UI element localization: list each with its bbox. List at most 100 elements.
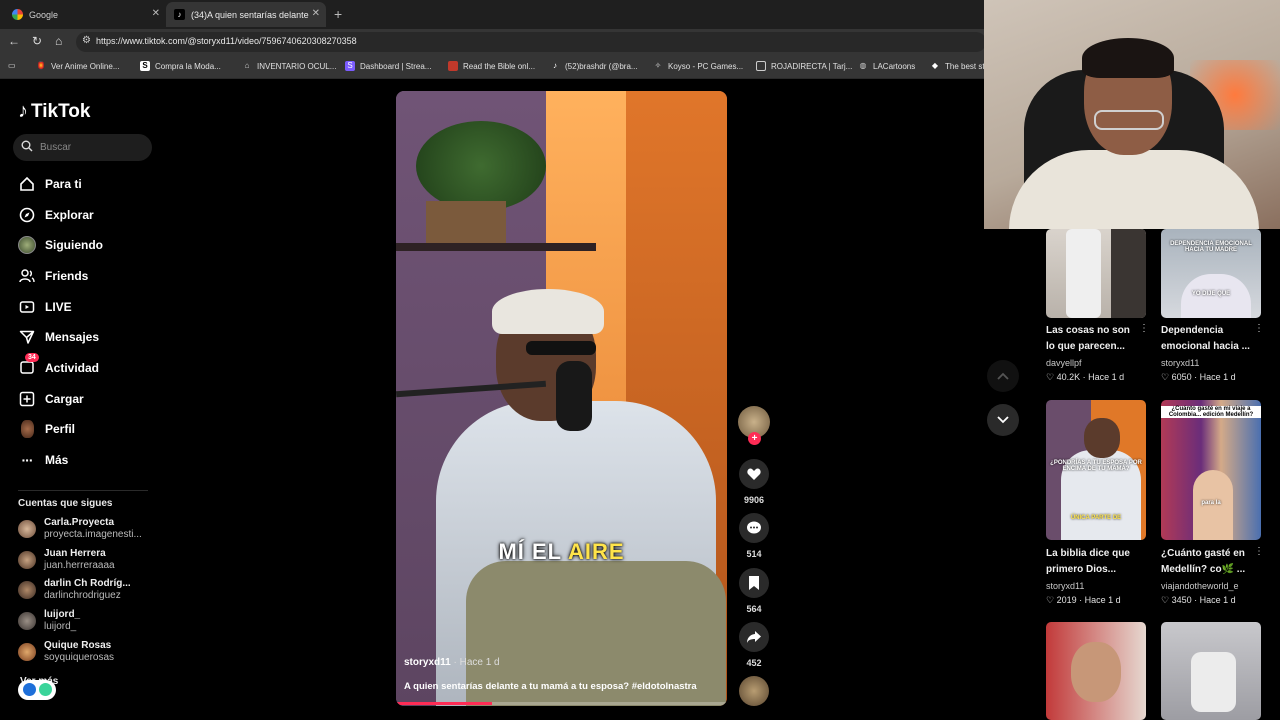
tiktok-logo[interactable]: ♪ TikTok: [18, 100, 90, 123]
heart-icon: [747, 468, 761, 480]
home-icon: [18, 175, 36, 193]
video-subject-cap: [492, 289, 604, 334]
tab-tiktok[interactable]: ♪ (34)A quien sentarías delante a tu ✕: [166, 2, 326, 27]
bookmark-item[interactable]: Read the Bible onl...: [448, 61, 535, 71]
follow-plus-icon[interactable]: +: [748, 432, 761, 445]
video-progress-bar[interactable]: [396, 702, 727, 705]
chevron-down-icon: [997, 416, 1009, 424]
followed-account[interactable]: Juan Herrera juan.herreraaaa: [18, 547, 115, 573]
reload-icon[interactable]: ↻: [32, 34, 42, 48]
share-count: 452: [746, 658, 762, 668]
save-button[interactable]: [739, 568, 769, 598]
video-shelf: [396, 243, 596, 251]
url-bar[interactable]: ⚙ https://www.tiktok.com/@storyxd11/vide…: [76, 32, 986, 52]
suggested-user[interactable]: viajandotheworld_e: [1161, 581, 1239, 591]
avatar: [18, 581, 36, 599]
bookmark-item[interactable]: S Compra la Moda...: [140, 61, 221, 71]
back-icon[interactable]: ←: [8, 34, 20, 48]
following-avatar-icon: [18, 236, 36, 254]
tab-google[interactable]: Google ✕: [4, 2, 166, 27]
tiktok-logo-icon: ♪: [18, 100, 28, 122]
nav-explorar[interactable]: Explorar: [18, 204, 94, 226]
url-text: https://www.tiktok.com/@storyxd11/video/…: [96, 36, 357, 46]
suggested-title: Dependencia: [1161, 325, 1224, 336]
music-disc-icon[interactable]: [739, 676, 769, 706]
site-info-icon[interactable]: ⚙: [82, 35, 91, 46]
app-overlay-pill[interactable]: [18, 680, 56, 700]
video-author[interactable]: storyxd11: [404, 657, 451, 668]
close-tab-icon[interactable]: ✕: [312, 8, 320, 19]
bookmark-item[interactable]: ⌂ INVENTARIO OCUL...: [242, 61, 337, 71]
video-thumbnail[interactable]: DEPENDENCIA EMOCIONAL HACIA TU MADRE YO …: [1161, 229, 1261, 318]
video-thumbnail[interactable]: ¿Cuánto gasté en mi viaje a Colombia... …: [1161, 400, 1261, 540]
nav-cargar[interactable]: Cargar: [18, 388, 84, 410]
thumbnail-figure: [1111, 229, 1146, 318]
nav-mas[interactable]: ··· Más: [18, 449, 69, 471]
share-button[interactable]: [739, 622, 769, 652]
nav-perfil[interactable]: Perfil: [18, 418, 75, 440]
avatar: [18, 612, 36, 630]
suggested-user[interactable]: davyellpf: [1046, 358, 1082, 368]
nav-actividad[interactable]: 34 Actividad: [18, 353, 99, 379]
thumbnail-overlay-text: ¿Cuánto gasté en mi viaje a Colombia... …: [1161, 406, 1261, 418]
inbox-icon: [18, 328, 36, 346]
previous-video-button[interactable]: [987, 360, 1019, 392]
video-thumbnail[interactable]: [1161, 622, 1261, 720]
video-progress-fill: [396, 702, 492, 705]
more-options-icon[interactable]: ⋮: [1139, 323, 1149, 334]
bookmark-item[interactable]: ROJADIRECTA | Tarj...: [756, 61, 852, 71]
suggested-stats: ♡ 40.2K · Hace 1 d: [1046, 372, 1125, 382]
nav-friends[interactable]: Friends: [18, 265, 88, 287]
following-section-title: Cuentas que sigues: [18, 498, 113, 509]
followed-account[interactable]: darlin Ch Rodríg... darlinchrodriguez: [18, 577, 131, 603]
nav-para-ti[interactable]: Para ti: [18, 173, 82, 195]
thumbnail-overlay-text: DEPENDENCIA EMOCIONAL HACIA TU MADRE: [1170, 241, 1252, 253]
home-icon[interactable]: ⌂: [55, 34, 62, 48]
app-icon: [39, 683, 52, 696]
comment-button[interactable]: [739, 513, 769, 543]
video-thumbnail[interactable]: [1046, 229, 1146, 318]
video-caption: MÍ EL AIRE: [498, 539, 625, 564]
video-subject: [426, 281, 726, 706]
new-tab-button[interactable]: +: [334, 6, 342, 22]
followed-account[interactable]: luijord_ luijord_: [18, 608, 80, 634]
bookmark-item[interactable]: ♪ (52)brashdr (@bra...: [550, 61, 638, 71]
more-options-icon[interactable]: ⋮: [1254, 323, 1264, 334]
nav-live[interactable]: LIVE: [18, 296, 72, 318]
nav-mensajes[interactable]: Mensajes: [18, 326, 99, 348]
more-options-icon[interactable]: ⋮: [1254, 546, 1264, 557]
bookmark-item[interactable]: ◍ LACartoons: [858, 61, 916, 71]
search-input[interactable]: Buscar: [13, 134, 152, 161]
search-placeholder: Buscar: [40, 142, 72, 153]
close-tab-icon[interactable]: ✕: [152, 8, 160, 19]
tab-title: Google: [29, 9, 59, 20]
more-icon: ···: [21, 452, 34, 468]
suggested-user[interactable]: storyxd11: [1161, 358, 1199, 368]
bookmark-item[interactable]: 🏮 Ver Anime Online...: [36, 61, 119, 71]
suggested-user[interactable]: storyxd11: [1046, 581, 1084, 591]
bookmark-item[interactable]: ◆ The best st: [930, 61, 985, 71]
webcam-person-glasses: [1094, 110, 1164, 130]
bookmarks-menu-icon[interactable]: ▭: [8, 61, 16, 70]
thumbnail-overlay-text: YO DIJE QUE: [1191, 291, 1231, 297]
suggested-title: Las cosas no son: [1046, 325, 1130, 336]
thumbnail-overlay-text: ÚNICA PARTE DE: [1070, 515, 1122, 521]
video-thumbnail[interactable]: [1046, 622, 1146, 720]
bookmark-item[interactable]: ✧ Koyso - PC Games...: [653, 61, 744, 71]
video-thumbnail[interactable]: ¿PONDRÍAS A TU ESPOSA POR ENCIMA DE TU M…: [1046, 400, 1146, 540]
video-description: A quien sentarías delante a tu mamá a tu…: [404, 681, 697, 692]
suggested-title: primero Dios...: [1046, 564, 1117, 575]
next-video-button[interactable]: [987, 404, 1019, 436]
followed-account[interactable]: Carla.Proyecta proyecta.imagenesti...: [18, 516, 142, 542]
like-button[interactable]: [739, 459, 769, 489]
bookmark-icon: [749, 576, 759, 590]
comment-count: 514: [746, 549, 762, 559]
bookmark-item[interactable]: S Dashboard | Strea...: [345, 61, 431, 71]
suggested-title: emocional hacia ...: [1161, 341, 1250, 352]
nav-siguiendo[interactable]: Siguiendo: [18, 234, 103, 256]
thumbnail-figure: [1084, 418, 1120, 458]
video-subject-sunglasses: [526, 341, 596, 355]
followed-account[interactable]: Quique Rosas soyquiquerosas: [18, 639, 114, 665]
suggested-title: Medellín? co🌿 ...: [1161, 564, 1246, 575]
video-player[interactable]: MÍ EL AIRE storyxd11 · Hace 1 d A quien …: [396, 91, 727, 706]
